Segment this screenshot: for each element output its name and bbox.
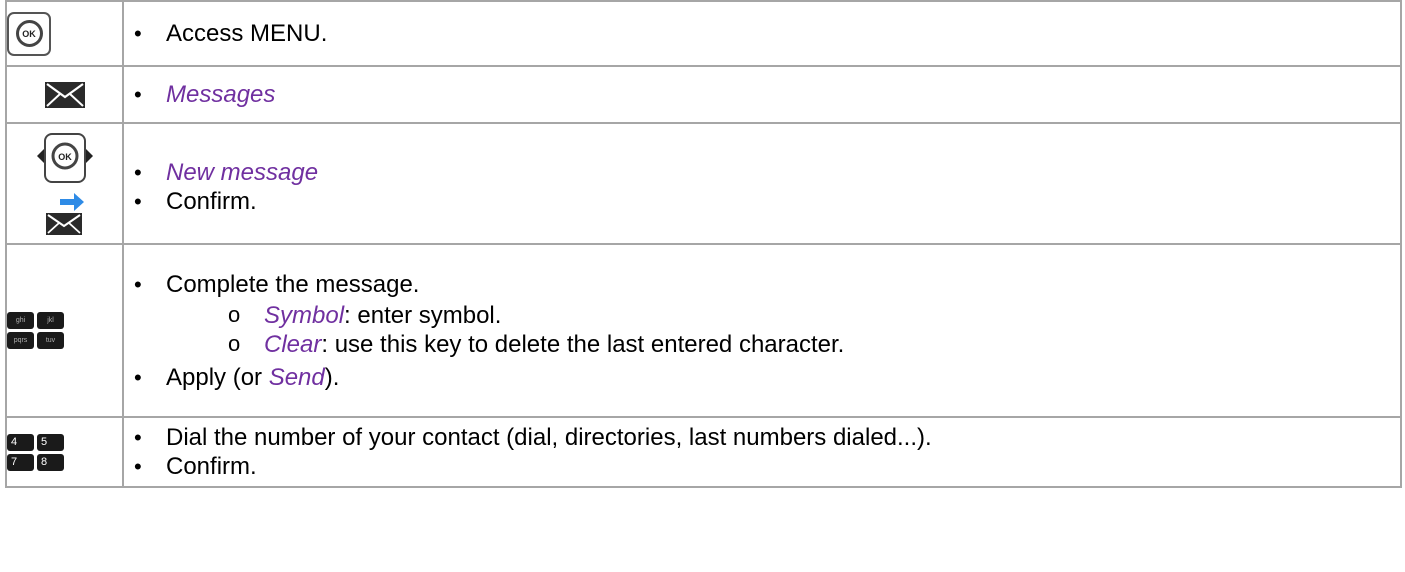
icon-cell: OK xyxy=(5,122,124,245)
svg-text:OK: OK xyxy=(58,152,72,162)
numeric-keypad-icon: 4 5 7 8 xyxy=(7,433,122,471)
envelope-icon xyxy=(44,81,85,108)
keyword-symbol: Symbol xyxy=(264,301,345,329)
keyword-clear: Clear xyxy=(264,330,322,358)
step-text: Dial the number of your contact (dial, d… xyxy=(166,424,932,451)
icon-cell: 4 5 7 8 xyxy=(5,416,124,488)
step-item: Confirm. xyxy=(124,187,1400,216)
key-4: 4 xyxy=(7,433,34,451)
step-list: New message Confirm. xyxy=(124,158,1400,216)
page: { "rows": [ { "icons": ["ok-button-icon"… xyxy=(0,0,1405,572)
text-cell: Access MENU. xyxy=(122,0,1402,67)
text-cell: Complete the message. Symbol: enter symb… xyxy=(122,243,1402,418)
instruction-table: OK Access MENU. Messages xyxy=(5,0,1402,488)
step-item: Apply (or Send). xyxy=(124,363,1400,392)
ok-navigation-icon: OK xyxy=(36,132,93,183)
keyword-send: Send xyxy=(268,363,325,391)
table-row: 4 5 7 8 Dial the number of your contact … xyxy=(5,416,1402,488)
keyword-new-message: New message xyxy=(166,158,319,186)
step-text: Complete the message. xyxy=(166,270,420,298)
step-item: New message xyxy=(124,158,1400,187)
table-row: OK New message Confirm. xyxy=(5,122,1402,245)
icon-cell xyxy=(5,65,124,124)
key-ghi: ghi xyxy=(7,312,34,329)
sub-step-text: : enter symbol. xyxy=(344,301,502,329)
step-item: Messages xyxy=(124,80,1400,109)
text-cell: New message Confirm. xyxy=(122,122,1402,245)
table-row: OK Access MENU. xyxy=(5,0,1402,67)
text-cell: Dial the number of your contact (dial, d… xyxy=(122,416,1402,488)
table-row: ghi jkl pqrs tuv Complete the message. S… xyxy=(5,243,1402,418)
step-text: Access MENU. xyxy=(166,20,328,47)
sub-step-text: : use this key to delete the last entere… xyxy=(321,330,845,358)
step-list: Access MENU. xyxy=(124,19,1400,48)
alpha-keypad-icon: ghi jkl pqrs tuv xyxy=(7,312,122,349)
step-item: Access MENU. xyxy=(124,19,1400,48)
step-list: Complete the message. Symbol: enter symb… xyxy=(124,270,1400,392)
key-tuv: tuv xyxy=(37,332,64,349)
step-item: Complete the message. Symbol: enter symb… xyxy=(124,270,1400,359)
step-item: Dial the number of your contact (dial, d… xyxy=(124,423,1400,452)
ok-button-icon: OK xyxy=(7,11,51,56)
key-pqrs: pqrs xyxy=(7,332,34,349)
step-item: Confirm. xyxy=(124,452,1400,481)
key-7: 7 xyxy=(7,453,34,471)
ok-label: OK xyxy=(15,20,43,47)
key-jkl: jkl xyxy=(37,312,64,329)
step-text: Apply (or xyxy=(166,363,269,391)
step-text: Confirm. xyxy=(166,187,257,215)
icon-cell: OK xyxy=(5,0,124,67)
step-text: ). xyxy=(324,363,340,391)
text-cell: Messages xyxy=(122,65,1402,124)
step-list: Messages xyxy=(124,80,1400,109)
envelope-arrow-icon xyxy=(45,192,84,235)
keyword-messages: Messages xyxy=(166,81,276,108)
step-list: Dial the number of your contact (dial, d… xyxy=(124,423,1400,481)
key-5: 5 xyxy=(37,433,64,451)
sub-step-item: Clear: use this key to delete the last e… xyxy=(124,329,1400,359)
table-row: Messages xyxy=(5,65,1402,124)
key-8: 8 xyxy=(37,453,64,471)
icon-cell: ghi jkl pqrs tuv xyxy=(5,243,124,418)
sub-step-item: Symbol: enter symbol. xyxy=(124,300,1400,330)
sub-step-list: Symbol: enter symbol. Clear: use this ke… xyxy=(124,300,1400,359)
step-text: Confirm. xyxy=(166,453,257,480)
